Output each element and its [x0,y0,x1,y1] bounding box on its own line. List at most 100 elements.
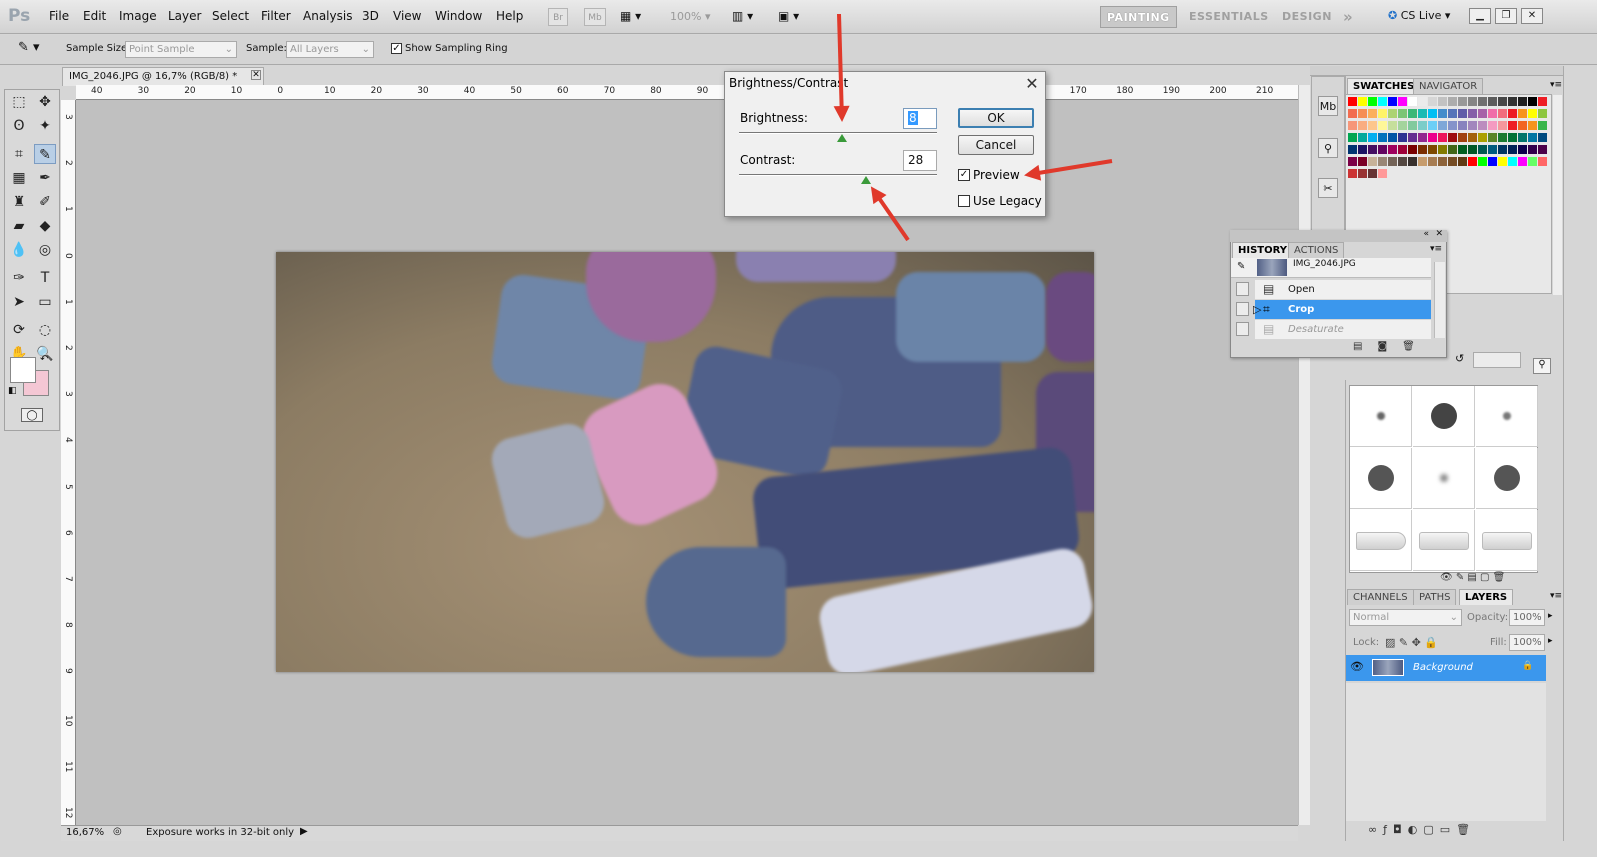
show-sampling-ring-checkbox[interactable]: ✓ [391,43,402,54]
color-swatch[interactable] [1528,109,1537,118]
history-step-desaturate[interactable]: ▤ Desaturate [1231,320,1431,339]
marquee-tool-icon[interactable]: ⬚ [8,92,30,112]
crop-tool-icon[interactable]: ⌗ [8,144,30,164]
tab-navigator[interactable]: NAVIGATOR [1413,78,1484,94]
color-swatch[interactable] [1408,97,1417,106]
color-swatch[interactable] [1468,145,1477,154]
color-swatch[interactable] [1368,133,1377,142]
opacity-arrow-icon[interactable]: ▸ [1548,611,1553,621]
color-swatch[interactable] [1488,157,1497,166]
bridge-button[interactable]: Br [548,8,568,26]
color-swatch[interactable] [1518,145,1527,154]
color-swatch[interactable] [1438,97,1447,106]
color-swatch[interactable] [1418,133,1427,142]
screen-mode-icon[interactable]: ▣ ▾ [778,9,799,23]
brush-tool-icon[interactable]: ✒ [34,168,56,188]
status-arrow-icon[interactable]: ▶ [300,826,308,837]
color-swatch[interactable] [1398,145,1407,154]
color-swatch[interactable] [1458,157,1467,166]
sample-select[interactable]: All Layers ⌄ [286,41,374,58]
color-swatch[interactable] [1398,109,1407,118]
color-swatch[interactable] [1448,157,1457,166]
color-swatch[interactable] [1368,121,1377,130]
tab-paths[interactable]: PATHS [1413,589,1457,605]
more-workspaces-icon[interactable]: » [1343,6,1353,28]
cs-live-button[interactable]: ✪ CS Live ▾ [1388,9,1450,22]
contrast-slider-thumb[interactable] [860,176,871,184]
blend-mode-select[interactable]: Normal ⌄ [1349,609,1462,626]
color-swatch[interactable] [1508,121,1517,130]
color-swatch[interactable] [1408,109,1417,118]
brush-preset[interactable] [1413,386,1475,447]
menu-edit[interactable]: Edit [83,9,106,23]
brush-preset[interactable] [1350,386,1412,447]
lock-icons[interactable]: ▨ ✎ ✥ 🔒 [1385,636,1438,649]
color-swatch[interactable] [1358,133,1367,142]
tab-actions[interactable]: ACTIONS [1288,242,1345,258]
contrast-input[interactable]: 28 [903,150,937,171]
history-state-checkbox[interactable] [1236,322,1249,336]
color-swatch[interactable] [1428,97,1437,106]
menu-window[interactable]: Window [435,9,482,23]
brush-presets-grid[interactable] [1349,385,1538,573]
sample-size-select[interactable]: Point Sample ⌄ [125,41,237,58]
color-swatch[interactable] [1398,133,1407,142]
brush-preset[interactable] [1476,386,1538,447]
layers-menu-icon[interactable]: ▾≡ [1550,591,1562,601]
color-swatch[interactable] [1458,133,1467,142]
color-swatch[interactable] [1528,121,1537,130]
color-swatch[interactable] [1488,145,1497,154]
brush-preset[interactable] [1350,448,1412,509]
color-swatch[interactable] [1528,97,1537,106]
color-swatch[interactable] [1348,109,1357,118]
ok-button[interactable]: OK [958,108,1034,128]
color-swatch[interactable] [1538,157,1547,166]
history-state-pointer-icon[interactable]: ▷ [1253,300,1261,319]
color-swatch[interactable] [1518,157,1527,166]
lasso-tool-icon[interactable]: ʘ [8,116,30,136]
color-swatch[interactable] [1448,145,1457,154]
color-swatch[interactable] [1508,133,1517,142]
brush-size-field[interactable] [1473,352,1521,368]
color-swatch[interactable] [1398,97,1407,106]
color-swatch[interactable] [1368,169,1377,178]
color-swatch[interactable] [1518,121,1527,130]
minibridge-panel-icon[interactable]: Mb [1318,96,1338,116]
brush-preset[interactable] [1413,448,1475,509]
brightness-slider-thumb[interactable] [836,134,847,142]
color-swatch[interactable] [1478,121,1487,130]
magic-wand-tool-icon[interactable]: ✦ [34,116,56,136]
color-swatch[interactable] [1348,157,1357,166]
tool-presets-icon[interactable]: ✂ [1318,178,1338,198]
color-swatch[interactable] [1448,121,1457,130]
color-swatch[interactable] [1348,97,1357,106]
menu-3d[interactable]: 3D [362,9,379,23]
color-swatch[interactable] [1378,97,1387,106]
paint-bucket-icon[interactable]: ◆ [34,216,56,236]
color-swatch[interactable] [1488,121,1497,130]
color-swatch[interactable] [1478,145,1487,154]
color-swatch[interactable] [1428,133,1437,142]
eyedropper-tool-icon[interactable]: ✎ [34,144,56,164]
menu-filter[interactable]: Filter [261,9,291,23]
tab-layers[interactable]: LAYERS [1459,589,1514,605]
use-legacy-checkbox[interactable] [958,195,970,207]
menu-layer[interactable]: Layer [168,9,201,23]
quick-mask-icon[interactable]: ◯ [21,408,43,422]
history-footer-icons[interactable]: ▤◙🗑 [1353,341,1430,352]
arrange-documents-icon[interactable]: ▥ ▾ [732,9,753,23]
zoom-readout[interactable]: 16,67% [66,827,104,838]
color-swatch[interactable] [1368,97,1377,106]
color-swatch[interactable] [1508,109,1517,118]
color-swatch[interactable] [1508,97,1517,106]
color-swatch[interactable] [1378,109,1387,118]
color-swatch[interactable] [1458,121,1467,130]
color-swatch[interactable] [1358,109,1367,118]
color-swatch[interactable] [1438,157,1447,166]
color-swatch[interactable] [1388,145,1397,154]
color-swatch[interactable] [1538,109,1547,118]
foreground-color-swatch[interactable] [10,357,36,383]
color-swatch[interactable] [1538,133,1547,142]
color-swatch[interactable] [1468,97,1477,106]
color-swatch[interactable] [1498,109,1507,118]
